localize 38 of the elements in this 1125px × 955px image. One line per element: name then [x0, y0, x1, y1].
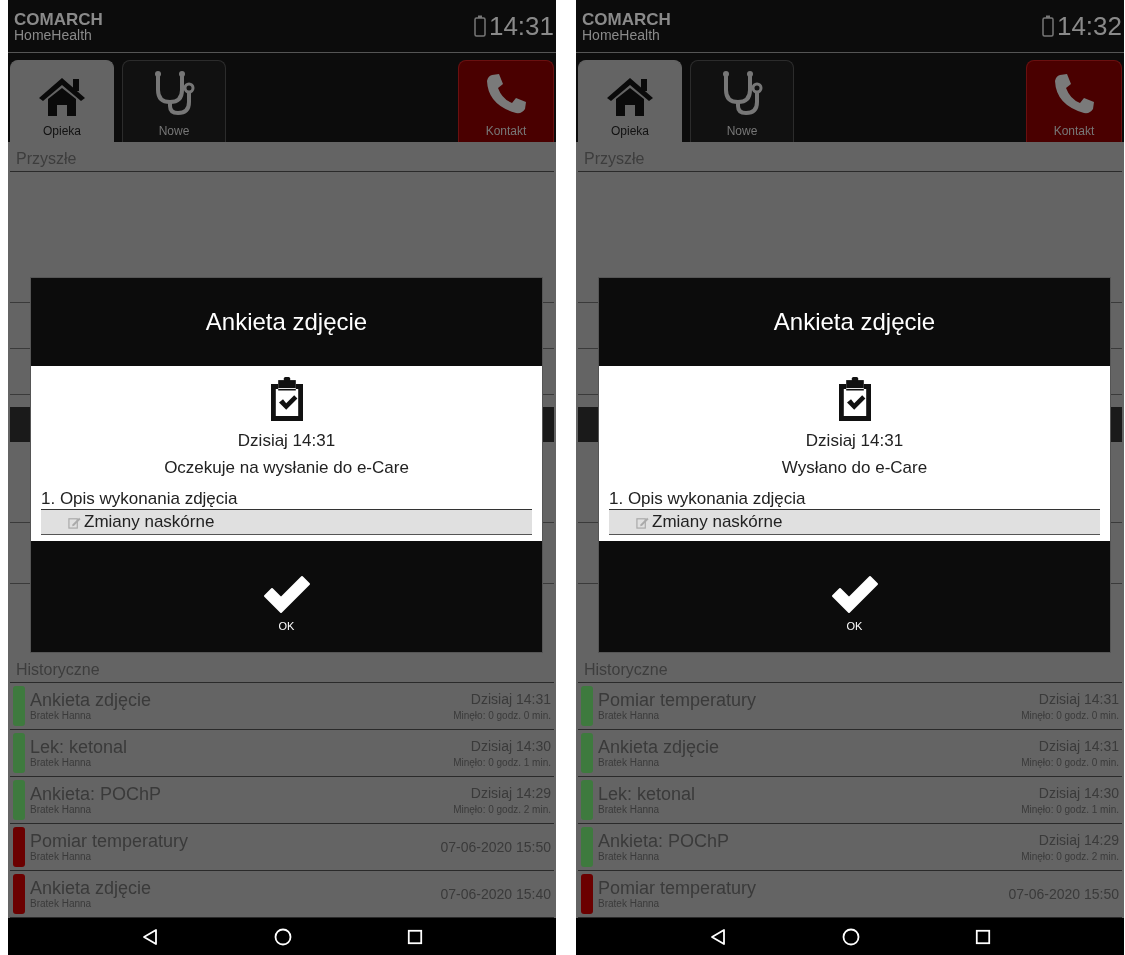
answer-text: Zmiany naskórne: [652, 512, 783, 533]
stethoscope-icon: [720, 70, 764, 116]
edit-icon: [636, 515, 649, 529]
home-icon: [37, 76, 87, 116]
home-circle-icon[interactable]: [842, 927, 860, 946]
nav-tab[interactable]: Nowe: [122, 60, 226, 142]
stethoscope-icon: [152, 70, 196, 116]
checkmark-icon: [261, 574, 312, 615]
answer-text: Zmiany naskórne: [84, 512, 215, 533]
brand-name: COMARCH: [14, 10, 103, 28]
battery-icon: [1041, 15, 1054, 37]
edit-icon: [68, 515, 81, 529]
phone-icon: [1052, 72, 1096, 116]
nav-tab[interactable]: Kontakt: [458, 60, 554, 142]
nav-tab[interactable]: Opieka: [10, 60, 114, 142]
dialog-title: Ankieta zdjęcie: [205, 308, 368, 336]
checkmark-icon: [829, 574, 880, 615]
home-icon: [605, 76, 655, 116]
recents-icon[interactable]: [975, 928, 991, 945]
recents-icon[interactable]: [407, 928, 423, 945]
phone-icon: [484, 72, 528, 116]
back-icon[interactable]: [709, 927, 727, 946]
dialog-date: Dzisiaj 14:31: [237, 430, 336, 452]
battery-icon: [473, 15, 486, 37]
brand-product: HomeHealth: [14, 27, 93, 42]
clock: 14:32: [1056, 10, 1122, 42]
brand-product: HomeHealth: [582, 27, 661, 42]
back-icon[interactable]: [141, 927, 159, 946]
nav-tab[interactable]: Nowe: [690, 60, 794, 142]
dialog-status: Wysłano do e-Care: [781, 457, 928, 480]
nav-tab[interactable]: Kontakt: [1026, 60, 1122, 142]
dialog-date: Dzisiaj 14:31: [805, 430, 904, 452]
clock: 14:31: [488, 10, 554, 42]
dialog-status: Oczekuje na wysłanie do e-Care: [164, 457, 409, 480]
brand-name: COMARCH: [582, 10, 671, 28]
dialog-title: Ankieta zdjęcie: [773, 308, 936, 336]
home-circle-icon[interactable]: [274, 927, 292, 946]
nav-tab[interactable]: Opieka: [578, 60, 682, 142]
